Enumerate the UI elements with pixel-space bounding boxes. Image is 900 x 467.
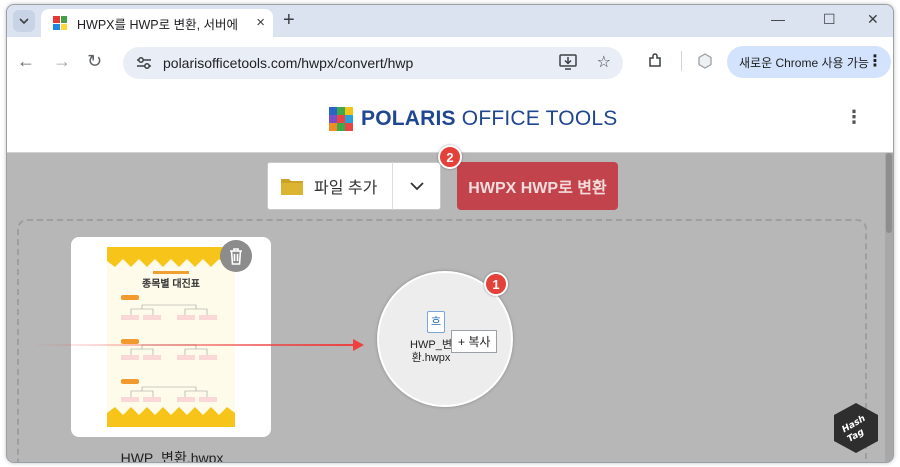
back-icon[interactable]: ← (17, 51, 35, 71)
minimize-button[interactable]: — (771, 11, 785, 27)
reload-icon[interactable]: ↻ (87, 51, 102, 71)
polaris-logo[interactable]: POLARIS OFFICE TOOLS (329, 107, 617, 131)
file-card[interactable]: 종목별 대진표 (71, 237, 271, 437)
install-app-icon[interactable] (558, 54, 577, 75)
tab-title: HWPX를 HWP로 변환, 서버에 (77, 17, 239, 32)
site-header: POLARIS OFFICE TOOLS ⋮ (7, 87, 893, 153)
hwp-file-icon: 흐 (427, 311, 445, 333)
step-badge-2: 2 (438, 145, 462, 169)
tab-search-button[interactable] (13, 10, 35, 32)
step-badge-1: 1 (484, 272, 508, 296)
trash-icon (230, 248, 242, 265)
favicon-icon (53, 16, 67, 30)
url-text: polarisofficetools.com/hwpx/convert/hwp (163, 55, 414, 71)
drag-arrow (29, 344, 359, 346)
logo-text: POLARIS OFFICE TOOLS (361, 107, 618, 130)
page-menu-icon[interactable]: ⋮ (845, 107, 863, 127)
browser-window: HWPX를 HWP로 변환, 서버에 × + — ☐ ✕ ← → ↻ polar… (6, 4, 894, 463)
chrome-update-button[interactable]: 새로운 Chrome 사용 가능 ⋮ (727, 46, 891, 78)
scrollbar[interactable] (885, 153, 893, 462)
chevron-down-icon (19, 18, 29, 25)
file-thumbnail: 종목별 대진표 (107, 247, 235, 427)
folder-icon (280, 176, 304, 196)
add-file-button[interactable]: 파일 추가 (267, 162, 393, 210)
chrome-update-label: 새로운 Chrome 사용 가능 (739, 55, 869, 70)
thumbnail-title: 종목별 대진표 (142, 279, 200, 290)
close-window-button[interactable]: ✕ (867, 11, 879, 28)
delete-file-button[interactable] (220, 240, 252, 272)
scrollbar-thumb[interactable] (886, 153, 892, 233)
converter-area: 파일 추가 HWPX HWP로 변환 종목별 대진표 HWP_변환.hwpx 흐… (7, 145, 893, 463)
add-file-label: 파일 추가 (314, 180, 378, 197)
add-file-dropdown[interactable] (392, 162, 441, 210)
hashtag-watermark: Hash Tag (833, 402, 879, 454)
copy-badge: + 복사 (451, 330, 498, 353)
close-tab-icon[interactable]: × (256, 15, 265, 31)
new-tab-button[interactable]: + (283, 9, 295, 32)
logo-grid-icon (329, 107, 353, 131)
tab-strip: HWPX를 HWP로 변환, 서버에 × + — ☐ ✕ (7, 5, 893, 37)
extensions-icon[interactable] (647, 53, 663, 73)
forward-icon[interactable]: → (53, 51, 71, 71)
menu-kebab-icon[interactable]: ⋮ (867, 53, 883, 71)
site-info-icon[interactable] (135, 54, 153, 72)
bookmark-star-icon[interactable]: ☆ (597, 54, 611, 75)
maximize-button[interactable]: ☐ (823, 11, 836, 28)
file-name-label: HWP_변환.hwpx (120, 450, 224, 463)
profile-icon[interactable] (697, 53, 713, 73)
drag-arrow-head (353, 339, 364, 351)
browser-toolbar: ← → ↻ polarisofficetools.com/hwpx/conver… (7, 37, 893, 87)
convert-button[interactable]: HWPX HWP로 변환 (457, 162, 618, 210)
toolbar-divider (681, 51, 682, 71)
address-bar[interactable]: polarisofficetools.com/hwpx/convert/hwp … (123, 47, 623, 79)
active-tab[interactable]: HWPX를 HWP로 변환, 서버에 × (41, 9, 273, 37)
chevron-down-icon (409, 182, 424, 191)
